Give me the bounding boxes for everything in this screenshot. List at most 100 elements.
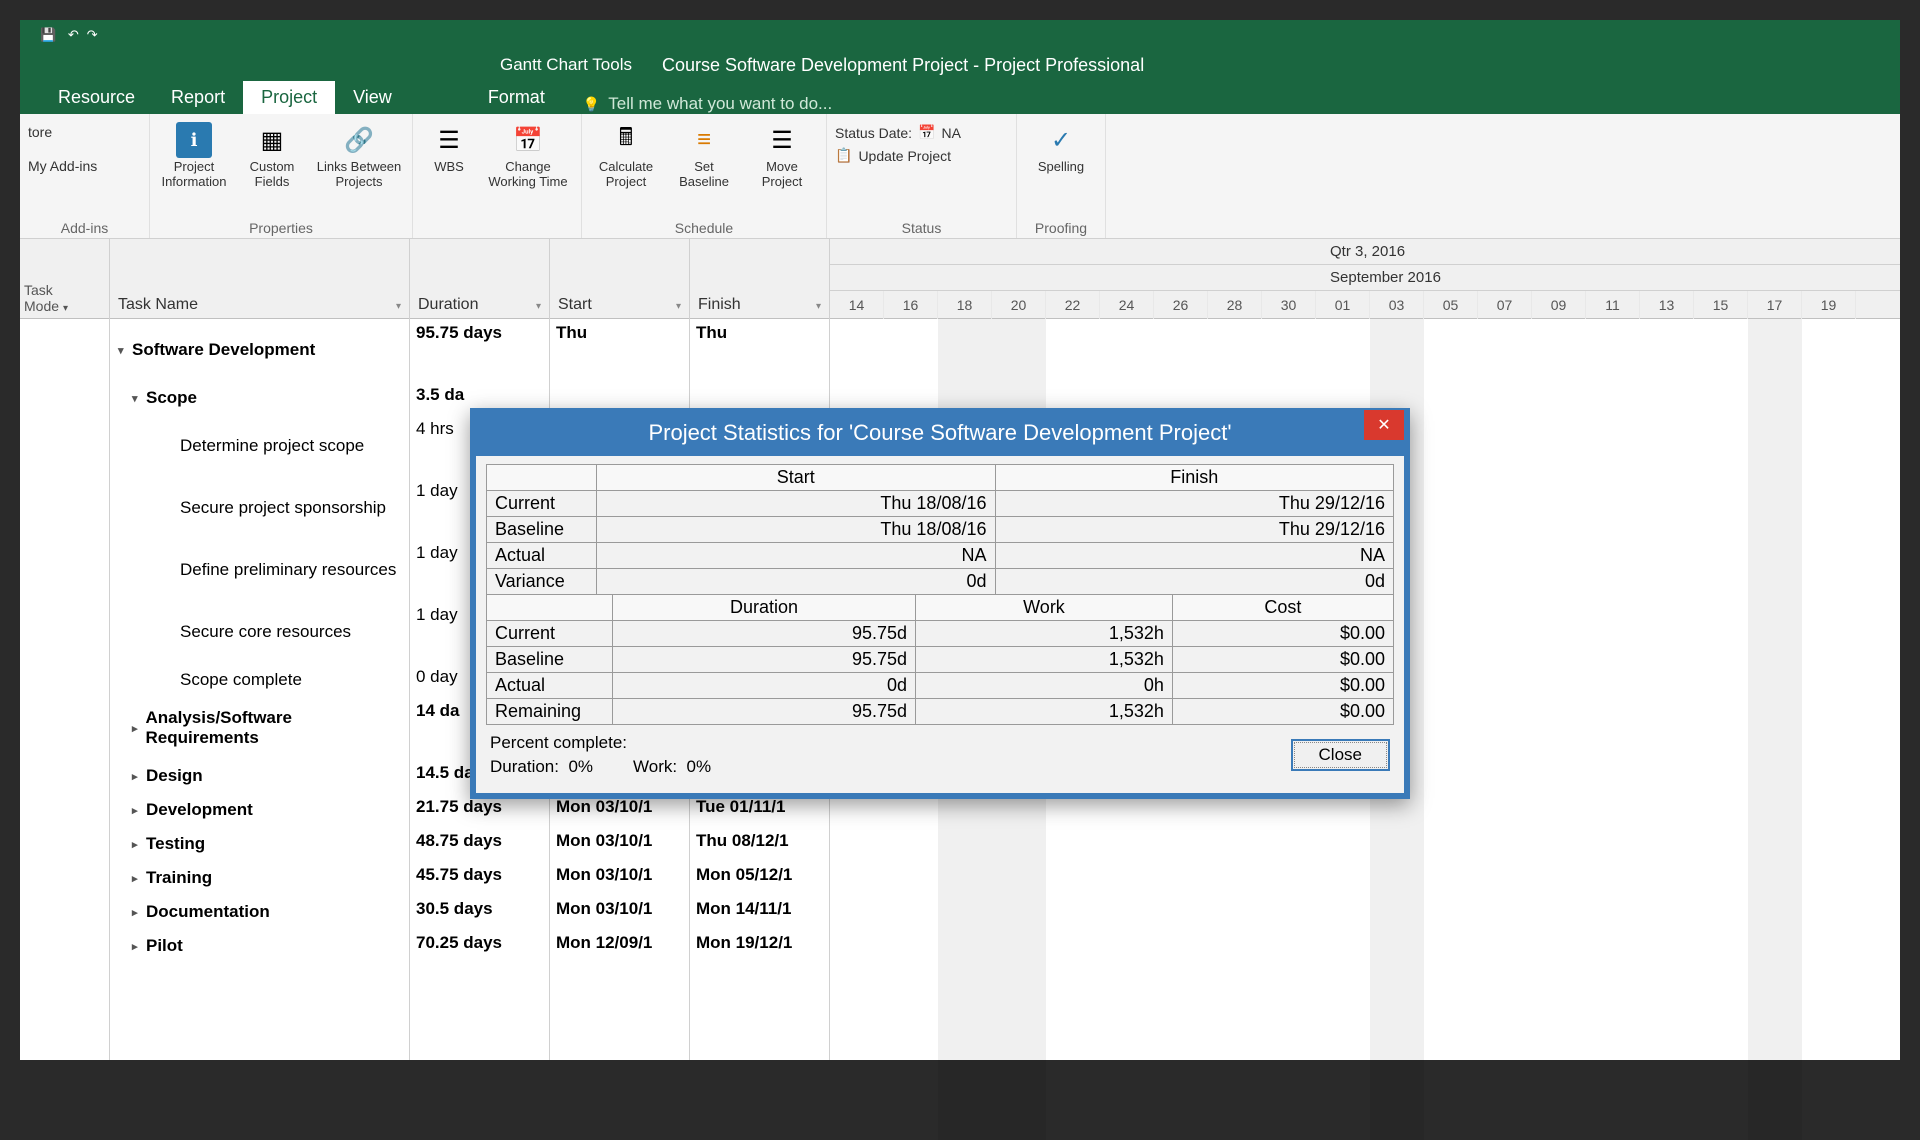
task-row[interactable]: Secure core resources [110,601,409,663]
link-icon: 🔗 [341,122,377,158]
task-row[interactable]: Determine project scope [110,415,409,477]
tab-view[interactable]: View [335,81,410,114]
dur-cell[interactable]: 30.5 days [410,895,549,929]
finish-cell[interactable]: Thu [690,319,829,381]
task-row[interactable]: Secure project sponsorship [110,477,409,539]
timeline-day: 15 [1694,291,1748,319]
close-button[interactable]: Close [1291,739,1390,771]
expand-icon[interactable]: ▸ [132,838,146,851]
task-row[interactable]: ▸Development [110,793,409,827]
store-button[interactable]: tore [28,118,52,146]
timeline-day: 20 [992,291,1046,319]
stats-row: Baseline95.75d1,532h$0.00 [487,647,1394,673]
my-addins-button[interactable]: My Add-ins [28,152,97,180]
task-name-header[interactable]: Task Name ▾ [110,239,409,319]
expand-icon[interactable]: ▸ [132,872,146,885]
dur-cell[interactable]: 95.75 days [410,319,549,381]
tab-report[interactable]: Report [153,81,243,114]
task-row[interactable]: ▸Documentation [110,895,409,929]
finish-cell[interactable]: Thu 08/12/1 [690,827,829,861]
task-name-column: Task Name ▾ ▾Software Development▾Scope D… [110,239,410,1060]
start-cell[interactable]: Mon 03/10/1 [550,861,689,895]
task-name-cell: Secure project sponsorship [180,498,386,518]
task-row[interactable]: ▸Analysis/Software Requirements [110,697,409,759]
expand-icon[interactable]: ▾ [132,392,146,405]
expand-icon[interactable]: ▸ [132,906,146,919]
expand-icon[interactable]: ▾ [118,344,132,357]
finish-cell[interactable]: Mon 05/12/1 [690,861,829,895]
task-name-cell: Define preliminary resources [180,560,396,580]
task-row[interactable]: ▸Testing [110,827,409,861]
task-row[interactable]: ▾Scope [110,381,409,415]
baseline-icon: ≡ [686,122,722,158]
status-date-row[interactable]: Status Date: 📅 NA [835,124,961,141]
start-cell[interactable]: Mon 03/10/1 [550,895,689,929]
chevron-down-icon[interactable]: ▾ [536,301,541,312]
task-mode-header[interactable]: Task Mode ▾ [20,239,109,319]
update-project-button[interactable]: 📋 Update Project [835,147,961,164]
task-name-cell: Determine project scope [180,436,364,456]
save-icon[interactable]: 💾 [40,27,56,43]
custom-fields-button[interactable]: ▦ Custom Fields [236,118,308,194]
dialog-close-button[interactable]: ✕ [1364,410,1404,440]
chevron-down-icon[interactable]: ▾ [676,301,681,312]
expand-icon[interactable]: ▸ [132,722,146,735]
start-cell[interactable]: Mon 12/09/1 [550,929,689,963]
quick-access-toolbar: 💾 ↶ ↷ [20,20,1900,50]
chevron-down-icon[interactable]: ▾ [396,301,401,312]
dur-cell[interactable]: 48.75 days [410,827,549,861]
tab-project[interactable]: Project [243,81,335,114]
task-name-cell: Pilot [146,936,183,956]
tab-format[interactable]: Format [470,81,563,114]
timeline-day: 11 [1586,291,1640,319]
set-baseline-button[interactable]: ≡ Set Baseline [668,118,740,194]
wbs-button[interactable]: ☰ WBS [421,118,477,179]
spelling-button[interactable]: ✓ Spelling [1025,118,1097,179]
task-name-cell: Design [146,766,203,786]
expand-icon[interactable]: ▸ [132,770,146,783]
start-cell[interactable]: Mon 03/10/1 [550,827,689,861]
move-project-button[interactable]: ☰ Move Project [746,118,818,194]
tab-resource[interactable]: Resource [40,81,153,114]
project-information-button[interactable]: ℹ Project Information [158,118,230,194]
finish-cell[interactable]: Mon 19/12/1 [690,929,829,963]
calculate-project-button[interactable]: 🖩 Calculate Project [590,118,662,194]
undo-icon[interactable]: ↶ [68,27,79,43]
task-row[interactable]: ▾Software Development [110,319,409,381]
task-row[interactable]: Define preliminary resources [110,539,409,601]
task-name-cell: Testing [146,834,205,854]
dur-cell[interactable]: 45.75 days [410,861,549,895]
document-title: Course Software Development Project - Pr… [662,55,1144,76]
duration-header[interactable]: Duration ▾ [410,239,549,319]
chevron-down-icon[interactable]: ▾ [816,301,821,312]
task-row[interactable]: Scope complete [110,663,409,697]
start-cell[interactable]: Thu [550,319,689,381]
spellcheck-icon: ✓ [1043,122,1079,158]
task-row[interactable]: ▸Design [110,759,409,793]
links-between-projects-button[interactable]: 🔗 Links Between Projects [314,118,404,194]
expand-icon[interactable]: ▸ [132,804,146,817]
start-header[interactable]: Start ▾ [550,239,689,319]
dur-cell[interactable]: 70.25 days [410,929,549,963]
chevron-down-icon[interactable]: ▾ [63,303,68,314]
task-row[interactable]: ▸Pilot [110,929,409,963]
project-statistics-dialog: Project Statistics for 'Course Software … [470,408,1410,799]
timeline-day: 22 [1046,291,1100,319]
timeline-day: 28 [1208,291,1262,319]
timeline-day: 07 [1478,291,1532,319]
finish-cell[interactable]: Mon 14/11/1 [690,895,829,929]
stats-row: Variance0d0d [487,569,1394,595]
tell-me-search[interactable]: Tell me what you want to do... [563,94,1900,114]
stats-row: ActualNANA [487,543,1394,569]
task-mode-column: Task Mode ▾ [20,239,110,1060]
task-name-cell: Development [146,800,253,820]
redo-icon[interactable]: ↷ [87,27,98,43]
change-working-time-button[interactable]: 📅 Change Working Time [483,118,573,194]
ribbon-tabs: Resource Report Project View Format Tell… [20,80,1900,114]
group-properties-label: Properties [158,218,404,238]
finish-header[interactable]: Finish ▾ [690,239,829,319]
timeline-day: 26 [1154,291,1208,319]
expand-icon[interactable]: ▸ [132,940,146,953]
calculate-icon: 🖩 [608,122,644,158]
task-row[interactable]: ▸Training [110,861,409,895]
